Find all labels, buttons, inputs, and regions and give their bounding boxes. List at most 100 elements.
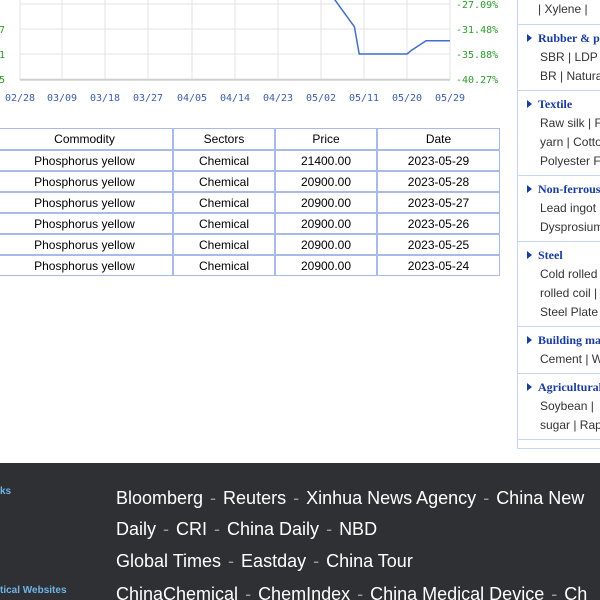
table-row: Phosphorus yellow Chemical 20900.00 2023-05…: [0, 255, 500, 276]
x-tick-label: 05/20: [392, 93, 422, 104]
cell-commodity[interactable]: Phosphorus yellow: [0, 192, 173, 213]
sidebar-section-label: Textile: [538, 97, 573, 111]
footer-link[interactable]: Ch: [564, 584, 587, 600]
sidebar-link-line[interactable]: Soybean |: [518, 397, 600, 416]
cell-commodity[interactable]: Phosphorus yellow: [0, 234, 173, 255]
cell-date: 2023-05-29: [377, 150, 500, 171]
y-tick-label: -31.48%: [456, 25, 498, 36]
triangle-bullet-icon: [527, 34, 532, 42]
cell-date: 2023-05-24: [377, 255, 500, 276]
sidebar-link-line[interactable]: rolled coil |: [518, 284, 600, 303]
footer-link[interactable]: China New: [496, 488, 584, 508]
footer-link[interactable]: CRI: [176, 519, 207, 539]
sidebar-link-line[interactable]: BR | Natura: [518, 67, 600, 86]
footer-link[interactable]: Eastday: [241, 551, 306, 571]
x-axis-labels: 02/28 03/09 03/18 03/27 04/05 04/14 04/23 05/02…: [5, 93, 465, 104]
sidebar-link-line[interactable]: SBR | LDP: [518, 48, 600, 67]
link-separator: -: [205, 488, 222, 508]
cell-price: 20900.00: [275, 255, 377, 276]
x-tick-label: 03/27: [133, 93, 163, 104]
sidebar-section-title[interactable]: Steel: [518, 242, 600, 265]
triangle-bullet-icon: [527, 251, 532, 259]
cell-commodity[interactable]: Phosphorus yellow: [0, 171, 173, 192]
sidebar-link-line[interactable]: Cold rolled s: [518, 265, 600, 284]
sidebar-link-line[interactable]: sugar | Rap: [518, 416, 600, 435]
cell-sector: Chemical: [173, 255, 275, 276]
table-row: Phosphorus yellow Chemical 21400.00 2023-05…: [0, 150, 500, 171]
y-axis-left-labels: 7 1 5: [0, 25, 5, 86]
triangle-bullet-icon: [527, 185, 532, 193]
link-separator: -: [223, 551, 240, 571]
triangle-bullet-icon: [527, 336, 532, 344]
link-separator: -: [308, 551, 325, 571]
sidebar-section-title[interactable]: Textile: [518, 91, 600, 114]
cell-sector: Chemical: [173, 213, 275, 234]
footer-link[interactable]: Bloomberg: [116, 488, 203, 508]
footer-link[interactable]: China Tour: [326, 551, 413, 571]
cell-commodity[interactable]: Phosphorus yellow: [0, 213, 173, 234]
y-axis-labels: -27.09% -31.48% -35.88% -40.27%: [456, 0, 498, 86]
footer-link[interactable]: ChemIndex: [258, 584, 350, 600]
y-left-tick-label: 5: [0, 75, 5, 86]
sidebar-section-title[interactable]: Non-ferrous: [518, 176, 600, 199]
sidebar-link-line[interactable]: yarn | Cotto: [518, 133, 600, 152]
category-sidebar: | Xylene | Rubber & pl SBR | LDP BR | Natu…: [517, 0, 600, 449]
footer-link[interactable]: ChinaChemical: [116, 584, 238, 600]
sidebar-link-line[interactable]: Dysprosium: [518, 218, 600, 237]
sidebar-section-top: | Xylene |: [518, 0, 600, 25]
price-table: Commodity Sectors Price Date Phosphorus …: [0, 128, 500, 276]
x-tick-label: 04/14: [220, 93, 250, 104]
cell-sector: Chemical: [173, 234, 275, 255]
sidebar-section-title[interactable]: Agricultural: [518, 374, 600, 397]
footer-link[interactable]: NBD: [339, 519, 377, 539]
footer-label-websites: tical Websites: [0, 585, 67, 596]
sidebar-link-xylene[interactable]: | Xylene |: [518, 0, 600, 18]
footer-label-links: ks: [0, 486, 12, 497]
link-separator: -: [240, 584, 257, 600]
header-commodity: Commodity: [0, 128, 173, 150]
footer-link[interactable]: Global Times: [116, 551, 221, 571]
footer-links-row-1: Bloomberg - Reuters - Xinhua News Agency…: [116, 488, 584, 509]
cell-price: 20900.00: [275, 171, 377, 192]
cell-commodity[interactable]: Phosphorus yellow: [0, 255, 173, 276]
cell-date: 2023-05-28: [377, 171, 500, 192]
sidebar-link-line[interactable]: Raw silk | F: [518, 114, 600, 133]
sidebar-section-label: Rubber & pl: [538, 31, 600, 45]
sidebar-link-line[interactable]: Lead ingot: [518, 199, 600, 218]
cell-date: 2023-05-27: [377, 192, 500, 213]
cell-commodity[interactable]: Phosphorus yellow: [0, 150, 173, 171]
table-body: Phosphorus yellow Chemical 21400.00 2023-05…: [0, 150, 500, 276]
y-tick-label: -27.09%: [456, 0, 498, 11]
sidebar-section-title[interactable]: Rubber & pl: [518, 25, 600, 48]
sidebar-section: Steel Cold rolled srolled coil |Steel Pla…: [518, 242, 600, 327]
cell-price: 20900.00: [275, 213, 377, 234]
link-separator: -: [158, 519, 175, 539]
sidebar-link-line[interactable]: Steel Plate: [518, 303, 600, 322]
chart-grid: [19, 0, 451, 81]
sidebar-link-line[interactable]: Polyester Fi: [518, 152, 600, 171]
series-line: [334, 0, 450, 55]
x-tick-label: 05/02: [306, 93, 336, 104]
footer-link[interactable]: Daily: [116, 519, 156, 539]
header-date: Date: [377, 128, 500, 150]
link-separator: -: [546, 584, 563, 600]
footer-link[interactable]: China Medical Device: [370, 584, 544, 600]
sidebar-section-title[interactable]: Building ma: [518, 327, 600, 350]
sidebar-section: Non-ferrous Lead ingot Dysprosium: [518, 176, 600, 242]
footer-links-row-4: ChinaChemical - ChemIndex - China Medica…: [116, 584, 587, 600]
y-tick-label: -35.88%: [456, 50, 498, 61]
price-trend-chart: 02/28 03/09 03/18 03/27 04/05 04/14 04/23 05/02…: [0, 0, 498, 104]
x-tick-label: 03/18: [90, 93, 120, 104]
cell-date: 2023-05-26: [377, 213, 500, 234]
sidebar-section-label: Non-ferrous: [538, 182, 600, 196]
y-left-tick-label: 7: [0, 25, 5, 36]
link-separator: -: [478, 488, 495, 508]
link-separator: -: [352, 584, 369, 600]
table-header-row: Commodity Sectors Price Date: [0, 128, 500, 150]
table-row: Phosphorus yellow Chemical 20900.00 2023-05…: [0, 234, 500, 255]
footer-link[interactable]: China Daily: [227, 519, 319, 539]
footer-links-row-2: Daily - CRI - China Daily - NBD: [116, 519, 377, 540]
sidebar-link-line[interactable]: Cement | W: [518, 350, 600, 369]
footer-link[interactable]: Reuters: [223, 488, 286, 508]
footer-link[interactable]: Xinhua News Agency: [306, 488, 476, 508]
